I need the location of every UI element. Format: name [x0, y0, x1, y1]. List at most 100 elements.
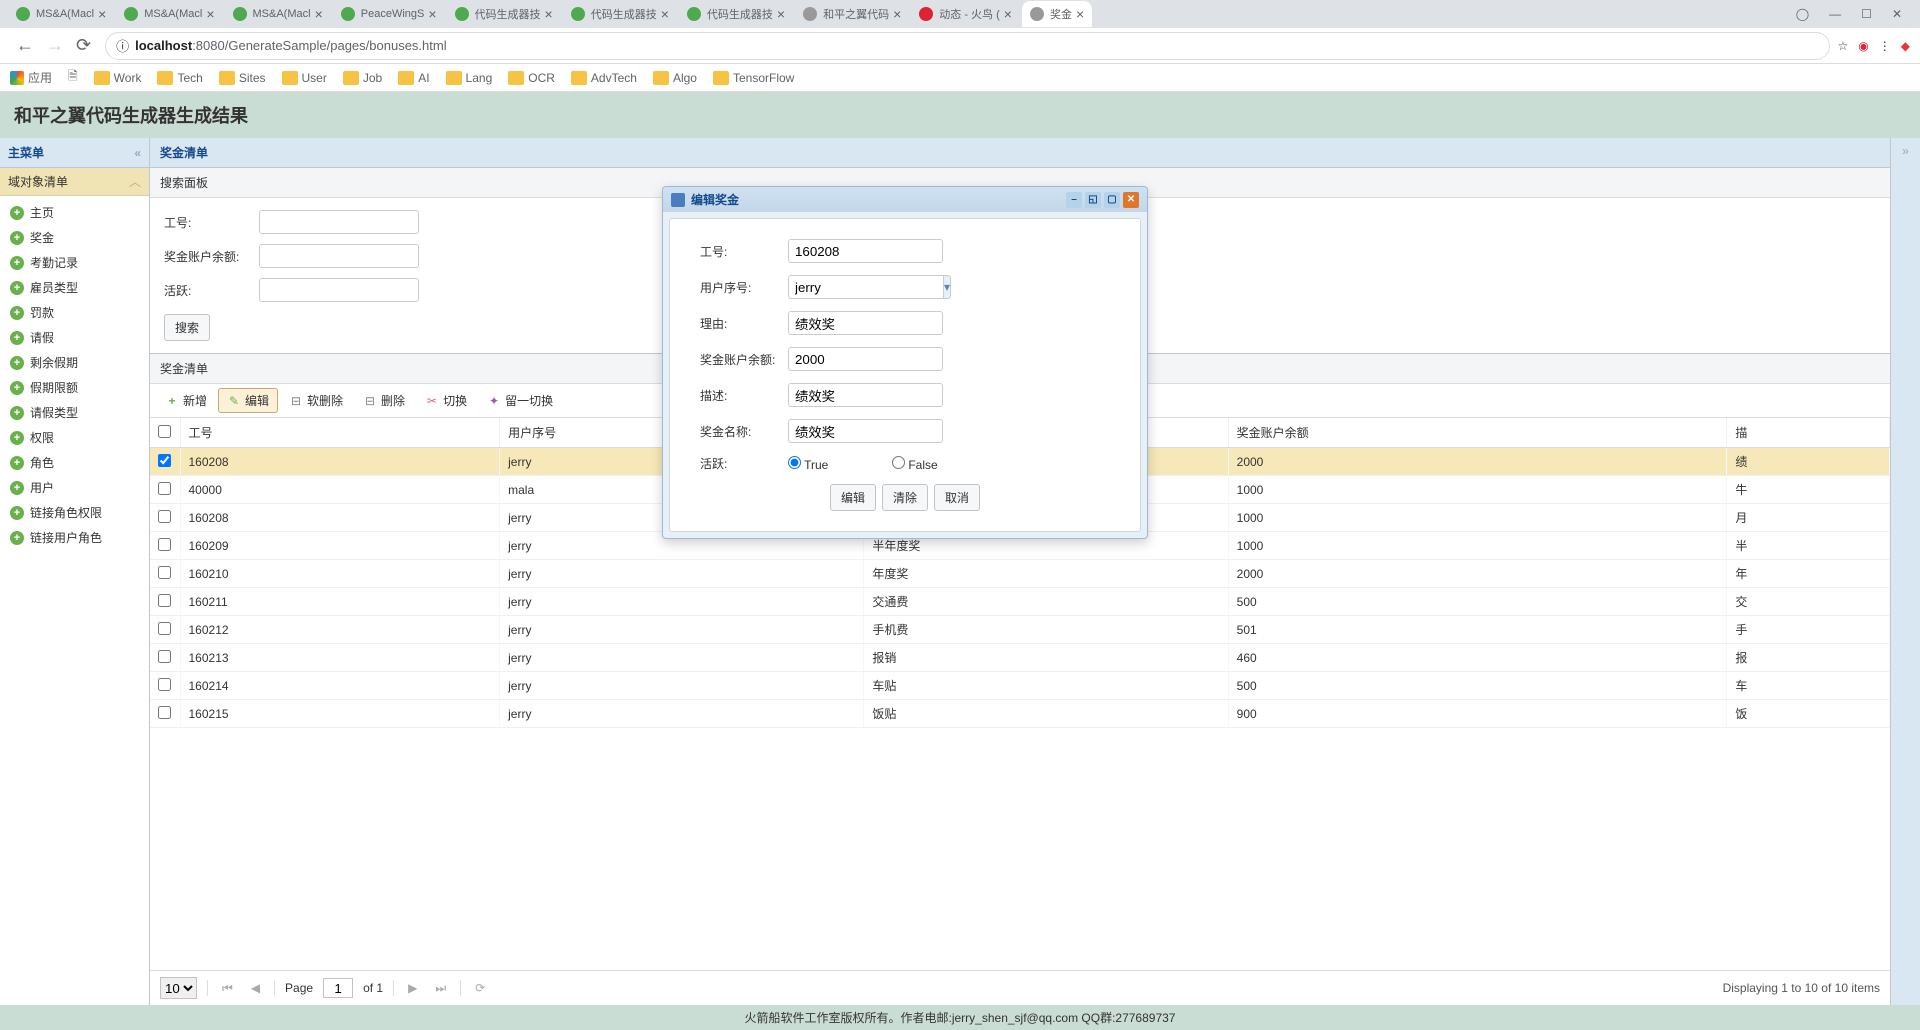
browser-tab[interactable]: 代码生成器技× — [679, 1, 793, 27]
pager-refresh-icon[interactable]: ⟳ — [471, 981, 489, 995]
sidebar-item[interactable]: +假期限额 — [0, 375, 149, 400]
table-row[interactable]: 160215 jerry 饭贴 900 饭 — [150, 700, 1890, 728]
sidebar-item[interactable]: +雇员类型 — [0, 275, 149, 300]
table-row[interactable]: 160211 jerry 交通费 500 交 — [150, 588, 1890, 616]
close-tab-icon[interactable]: × — [1076, 6, 1084, 22]
apps-shortcut[interactable]: 应用 — [10, 69, 52, 86]
browser-tab[interactable]: MS&A(Macl× — [8, 1, 114, 27]
bookmark-folder[interactable]: AI — [398, 71, 429, 85]
dialog-restore-icon[interactable]: ◱ — [1085, 192, 1101, 208]
browser-tab[interactable]: 奖金× — [1022, 1, 1092, 27]
sidebar-item[interactable]: +用户 — [0, 475, 149, 500]
site-info-icon[interactable]: ⓘ — [116, 36, 129, 55]
row-checkbox[interactable] — [158, 566, 171, 579]
chevron-down-icon[interactable]: ▾ — [943, 275, 951, 299]
dialog-cancel-button[interactable]: 取消 — [934, 484, 980, 511]
browser-tab[interactable]: PeaceWingS× — [333, 1, 445, 27]
close-window-icon[interactable]: ✕ — [1892, 7, 1902, 21]
row-checkbox[interactable] — [158, 482, 171, 495]
form-input-reason[interactable] — [788, 311, 943, 335]
close-tab-icon[interactable]: × — [893, 6, 901, 22]
browser-tab[interactable]: 动态 - 火鸟 (× — [911, 1, 1020, 27]
row-checkbox[interactable] — [158, 510, 171, 523]
form-combo-user[interactable]: ▾ — [788, 275, 943, 299]
bookmark-folder[interactable]: Lang — [446, 71, 493, 85]
collapse-right-icon[interactable]: » — [1902, 144, 1909, 1005]
toolbar-delete-button[interactable]: ⊟删除 — [354, 388, 414, 413]
bookmark-folder[interactable]: Sites — [219, 71, 266, 85]
bookmark-folder[interactable]: Algo — [653, 71, 697, 85]
row-checkbox[interactable] — [158, 622, 171, 635]
browser-tab[interactable]: MS&A(Macl× — [116, 1, 222, 27]
table-row[interactable]: 160212 jerry 手机费 501 手 — [150, 616, 1890, 644]
toolbar-softdelete-button[interactable]: ⊟软删除 — [280, 388, 352, 413]
forward-button[interactable]: → — [40, 35, 70, 56]
select-all-checkbox[interactable] — [158, 425, 171, 438]
form-input-user[interactable] — [788, 275, 943, 299]
row-checkbox[interactable] — [158, 650, 171, 663]
sidebar-item[interactable]: +剩余假期 — [0, 350, 149, 375]
bookmark-folder[interactable]: Tech — [157, 71, 202, 85]
toolbar-switch-button[interactable]: ✂切换 — [416, 388, 476, 413]
sidebar-item[interactable]: +请假 — [0, 325, 149, 350]
browser-tab[interactable]: MS&A(Macl× — [225, 1, 331, 27]
search-input-id[interactable] — [259, 210, 419, 234]
sidebar-item[interactable]: +考勤记录 — [0, 250, 149, 275]
close-tab-icon[interactable]: × — [1004, 6, 1012, 22]
dialog-clear-button[interactable]: 清除 — [882, 484, 928, 511]
minimize-icon[interactable]: — — [1829, 7, 1841, 21]
browser-tab[interactable]: 代码生成器技× — [447, 1, 561, 27]
pager-first-icon[interactable]: ⏮ — [218, 981, 237, 996]
user-icon[interactable]: ◯ — [1796, 7, 1809, 21]
sidebar-item[interactable]: +主页 — [0, 200, 149, 225]
table-row[interactable]: 160214 jerry 车贴 500 车 — [150, 672, 1890, 700]
dialog-maximize-icon[interactable]: ▢ — [1104, 192, 1120, 208]
bookmark-folder[interactable]: TensorFlow — [713, 71, 794, 85]
sidebar-item[interactable]: +权限 — [0, 425, 149, 450]
bookmark-folder[interactable]: Job — [343, 71, 382, 85]
sidebar-item[interactable]: +链接角色权限 — [0, 500, 149, 525]
bookmark-folder[interactable]: Work — [94, 71, 142, 85]
row-checkbox[interactable] — [158, 678, 171, 691]
form-input-desc[interactable] — [788, 383, 943, 407]
pager-last-icon[interactable]: ⏭ — [431, 981, 450, 996]
radio-true[interactable]: True — [788, 456, 876, 472]
row-checkbox[interactable] — [158, 538, 171, 551]
dialog-minimize-icon[interactable]: – — [1066, 192, 1082, 208]
right-collapse-strip[interactable]: » — [1890, 138, 1920, 1005]
bookmark-file[interactable]: 🗎 — [68, 67, 78, 88]
toolbar-leave-button[interactable]: ✦留一切换 — [478, 388, 562, 413]
back-button[interactable]: ← — [10, 35, 40, 56]
menu-icon[interactable]: ⋮ — [1879, 39, 1891, 53]
sidebar-item[interactable]: +罚款 — [0, 300, 149, 325]
form-input-id[interactable] — [788, 239, 943, 263]
browser-tab[interactable]: 和平之翼代码× — [795, 1, 909, 27]
url-input[interactable]: ⓘ localhost:8080/GenerateSample/pages/bo… — [105, 32, 1829, 60]
column-header[interactable]: 奖金账户余额 — [1228, 418, 1727, 448]
pager-page-input[interactable] — [323, 978, 353, 998]
toolbar-add-button[interactable]: +新增 — [156, 388, 216, 413]
bookmark-folder[interactable]: AdvTech — [571, 71, 637, 85]
close-tab-icon[interactable]: × — [777, 6, 785, 22]
sidebar-item[interactable]: +奖金 — [0, 225, 149, 250]
form-input-balance[interactable] — [788, 347, 943, 371]
form-input-name[interactable] — [788, 419, 943, 443]
sidebar-item[interactable]: +链接用户角色 — [0, 525, 149, 550]
close-tab-icon[interactable]: × — [315, 6, 323, 22]
radio-false[interactable]: False — [892, 456, 980, 472]
sidebar-item[interactable]: +角色 — [0, 450, 149, 475]
toolbar-edit-button[interactable]: ✎编辑 — [218, 388, 278, 413]
reload-button[interactable]: ⟳ — [70, 35, 97, 56]
close-tab-icon[interactable]: × — [98, 6, 106, 22]
sidebar-item[interactable]: +请假类型 — [0, 400, 149, 425]
table-row[interactable]: 160213 jerry 报销 460 报 — [150, 644, 1890, 672]
app-badge-icon[interactable]: ◆ — [1901, 39, 1910, 53]
maximize-icon[interactable]: ☐ — [1861, 7, 1872, 21]
dialog-close-icon[interactable]: ✕ — [1123, 192, 1139, 208]
dialog-edit-button[interactable]: 编辑 — [830, 484, 876, 511]
extension-icon[interactable]: ◉ — [1858, 39, 1868, 53]
search-input-active[interactable] — [259, 278, 419, 302]
close-tab-icon[interactable]: × — [206, 6, 214, 22]
search-button[interactable]: 搜索 — [164, 314, 210, 341]
dialog-titlebar[interactable]: 编辑奖金 – ◱ ▢ ✕ — [663, 187, 1147, 212]
